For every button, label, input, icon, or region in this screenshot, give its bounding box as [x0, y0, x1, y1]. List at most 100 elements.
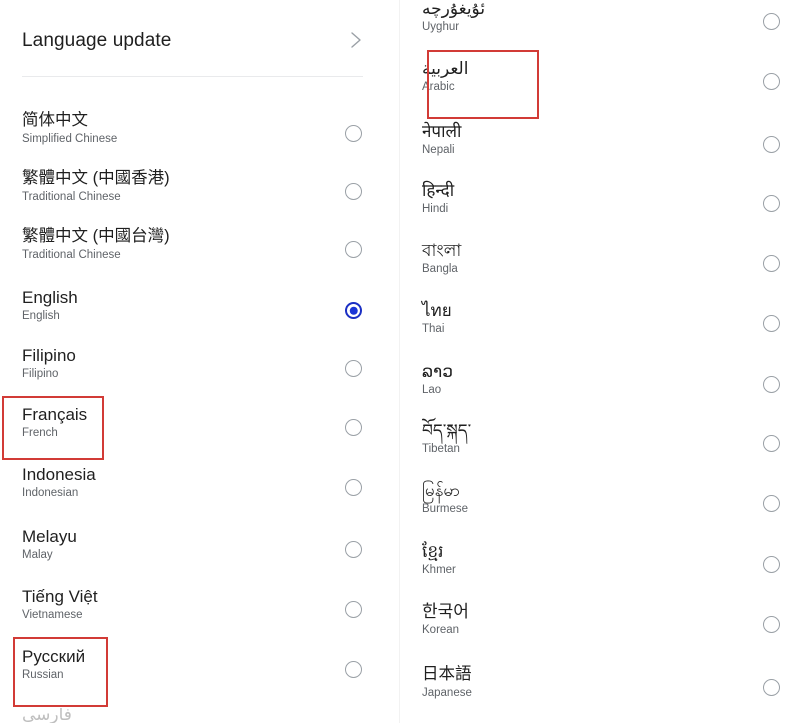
radio-button[interactable] [763, 679, 780, 696]
radio-button[interactable] [345, 419, 362, 436]
language-option-korean[interactable]: 한국어 Korean [400, 595, 800, 653]
language-option-traditional-chinese[interactable]: 繁體中文 (中國香港) Traditional Chinese [0, 162, 400, 220]
language-option-labels: नेपाली Nepali [422, 121, 702, 158]
language-option-lao[interactable]: ລາວ Lao [400, 355, 800, 413]
language-option-labels: 繁體中文 (中國香港) Traditional Chinese [22, 168, 302, 205]
language-option-vietnamese[interactable]: Tiếng Việt Vietnamese [0, 580, 400, 638]
radio-button[interactable] [763, 376, 780, 393]
language-option-labels: Filipino Filipino [22, 345, 302, 382]
language-english-label: Traditional Chinese [22, 249, 121, 261]
language-english-label: Filipino [22, 368, 59, 380]
language-option-nepali[interactable]: नेपाली Nepali [400, 115, 800, 173]
radio-button[interactable] [763, 616, 780, 633]
language-option-simplified-chinese[interactable]: 简体中文 Simplified Chinese [0, 104, 400, 162]
language-english-label: Uyghur [422, 21, 460, 33]
language-option-english[interactable]: English English [0, 281, 400, 339]
language-native-label: ไทย [422, 301, 452, 320]
radio-button[interactable] [345, 479, 362, 496]
radio-button[interactable] [345, 183, 362, 200]
language-native-label: ລາວ [422, 362, 453, 381]
language-native-label: Melayu [22, 527, 77, 546]
language-native-label: Tiếng Việt [22, 587, 98, 606]
language-option-tibetan[interactable]: བོད་སྐད་ Tibetan [400, 414, 800, 472]
language-english-label: Korean [422, 624, 460, 636]
language-option-labels: Français French [22, 404, 302, 441]
language-english-label: Hindi [422, 203, 449, 215]
language-option-thai[interactable]: ไทย Thai [400, 294, 800, 352]
language-english-label: French [22, 427, 58, 439]
language-option-indonesian[interactable]: Indonesia Indonesian [0, 458, 400, 516]
radio-button[interactable] [763, 495, 780, 512]
language-native-label: မြန်မာ [422, 481, 461, 500]
language-option-arabic[interactable]: العربية Arabic [400, 52, 800, 110]
language-option-filipino[interactable]: Filipino Filipino [0, 339, 400, 397]
language-english-label: Bangla [422, 263, 458, 275]
language-option-labels: English English [22, 287, 302, 324]
language-option-labels: မြန်မာ Burmese [422, 480, 702, 517]
radio-button[interactable] [345, 360, 362, 377]
language-english-label: Lao [422, 384, 442, 396]
radio-button[interactable] [345, 241, 362, 258]
radio-button[interactable] [763, 73, 780, 90]
radio-button[interactable] [345, 661, 362, 678]
language-option-bangla[interactable]: বাংলা Bangla [400, 234, 800, 292]
language-english-label: Thai [422, 323, 445, 335]
language-english-label: Arabic [422, 81, 455, 93]
language-option-hindi[interactable]: हिन्दी Hindi [400, 174, 800, 232]
radio-button[interactable] [345, 601, 362, 618]
language-english-label: Traditional Chinese [22, 191, 121, 203]
language-native-label: 繁體中文 (中國台灣) [22, 227, 170, 245]
language-option-khmer[interactable]: ខ្មែរ Khmer [400, 535, 800, 593]
language-option-traditional-chinese[interactable]: 繁體中文 (中國台灣) Traditional Chinese [0, 220, 400, 278]
radio-button-selected[interactable] [345, 302, 362, 319]
radio-button[interactable] [763, 255, 780, 272]
language-native-label: नेपाली [422, 122, 462, 141]
partial-item-native-label: فارسی [22, 708, 72, 723]
radio-button[interactable] [763, 13, 780, 30]
language-english-label: Nepali [422, 144, 455, 156]
language-native-label: Filipino [22, 346, 76, 365]
language-option-french[interactable]: Français French [0, 398, 400, 456]
language-native-label: ئۇيغۇرچە [422, 0, 486, 18]
language-option-russian[interactable]: Русский Russian [0, 640, 400, 698]
language-option-labels: العربية Arabic [422, 58, 702, 95]
language-option-labels: Indonesia Indonesian [22, 464, 302, 501]
language-option-labels: ລາວ Lao [422, 361, 702, 398]
language-native-label: 简体中文 [22, 111, 88, 129]
page-title: Language update [22, 29, 172, 51]
language-option-japanese[interactable]: 日本語 Japanese [400, 658, 800, 716]
language-option-uyghur[interactable]: ئۇيغۇرچە Uyghur [400, 0, 800, 50]
language-option-labels: 日本語 Japanese [422, 664, 702, 701]
language-option-labels: Melayu Malay [22, 526, 302, 563]
language-native-label: Indonesia [22, 465, 96, 484]
language-option-burmese[interactable]: မြန်မာ Burmese [400, 474, 800, 532]
partial-list-item[interactable]: فارسی [22, 708, 222, 723]
language-option-labels: Русский Russian [22, 646, 302, 683]
language-native-label: Français [22, 405, 88, 424]
language-english-label: Khmer [422, 564, 456, 576]
language-option-labels: Tiếng Việt Vietnamese [22, 586, 302, 623]
radio-button[interactable] [345, 125, 362, 142]
right-column: ئۇيغۇرچە Uyghur العربية Arabic नेपाली Nepali ह… [400, 0, 800, 723]
language-native-label: বাংলা [422, 241, 462, 260]
language-option-malay[interactable]: Melayu Malay [0, 520, 400, 578]
radio-button[interactable] [763, 435, 780, 452]
radio-button[interactable] [763, 315, 780, 332]
language-native-label: English [22, 288, 78, 307]
language-english-label: Japanese [422, 687, 472, 699]
language-option-labels: 한국어 Korean [422, 601, 702, 638]
header-divider [22, 76, 363, 77]
radio-button[interactable] [763, 556, 780, 573]
language-option-labels: 繁體中文 (中國台灣) Traditional Chinese [22, 226, 302, 263]
language-english-label: Vietnamese [22, 609, 83, 621]
language-option-labels: हिन्दी Hindi [422, 180, 702, 217]
radio-button[interactable] [345, 541, 362, 558]
language-option-labels: ئۇيغۇرچە Uyghur [422, 0, 702, 35]
language-native-label: 한국어 [422, 602, 469, 621]
language-update-header[interactable]: Language update [0, 18, 380, 62]
language-english-label: Burmese [422, 503, 469, 515]
radio-button[interactable] [763, 136, 780, 153]
language-native-label: 日本語 [422, 665, 472, 683]
radio-button[interactable] [763, 195, 780, 212]
language-english-label: Indonesian [22, 487, 79, 499]
